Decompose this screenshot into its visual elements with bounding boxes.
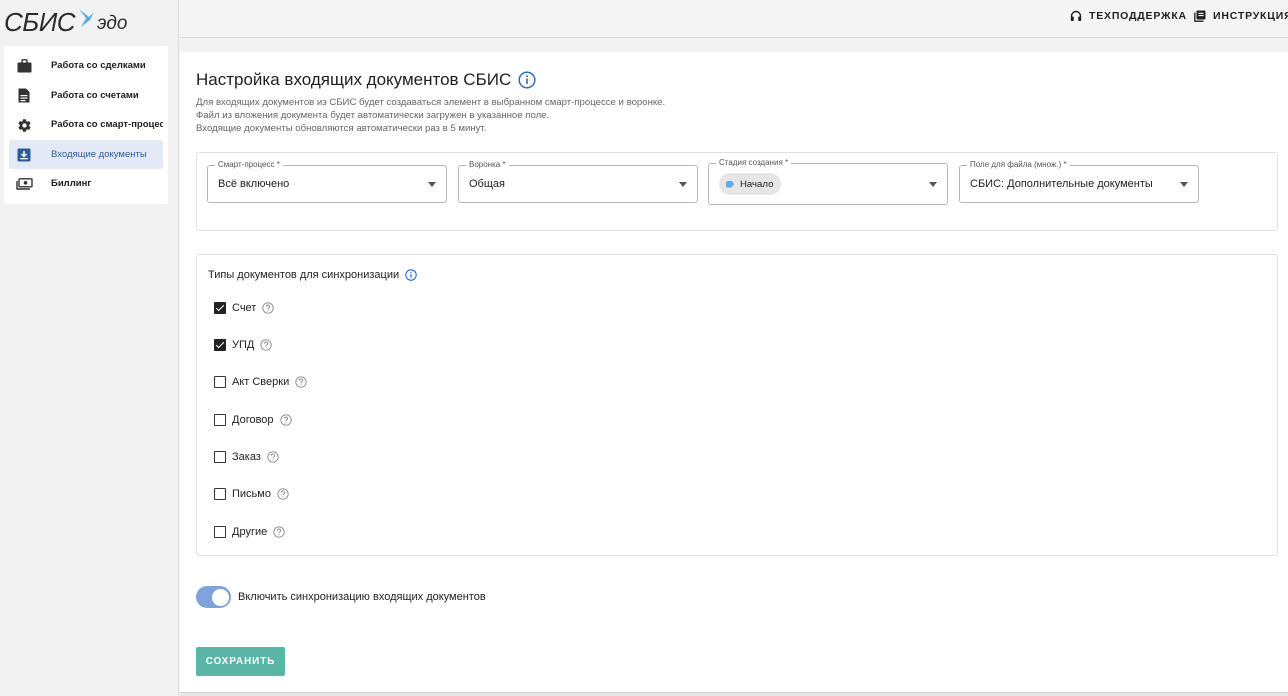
doc-type-checkbox-row[interactable]: Договор xyxy=(214,412,292,428)
doc-type-checkbox-row[interactable]: Заказ xyxy=(214,449,279,465)
top-bar: ТЕХПОДДЕРЖКА ИНСТРУКЦИЯ xyxy=(180,0,1288,38)
doc-type-label: Заказ xyxy=(232,451,261,463)
page-title: Настройка входящих документов СБИС xyxy=(196,70,536,90)
main-panel: Настройка входящих документов СБИС Для в… xyxy=(180,52,1288,692)
sidebar: СБИС эдо Работа со сделками Работа со сч… xyxy=(0,0,179,696)
sidebar-item-billing[interactable]: Биллинг xyxy=(9,169,163,199)
field-value: Общая xyxy=(469,178,505,190)
checkbox[interactable] xyxy=(214,451,226,463)
sidebar-menu: Работа со сделками Работа со счетами Раб… xyxy=(4,46,168,204)
checkbox[interactable] xyxy=(214,339,226,351)
help-icon[interactable] xyxy=(295,376,307,388)
field-value: Всё включено xyxy=(218,178,290,190)
document-types-title: Типы документов для синхронизации xyxy=(208,269,417,281)
logo-sub-text: эдо xyxy=(97,13,128,34)
bottom-divider xyxy=(180,692,1288,696)
sidebar-item-label: Биллинг xyxy=(51,178,92,190)
money-icon xyxy=(15,175,33,193)
document-icon xyxy=(15,87,33,105)
toggle-knob xyxy=(212,588,229,606)
sync-toggle-label: Включить синхронизацию входящих документ… xyxy=(238,591,486,603)
briefcase-icon xyxy=(15,57,33,75)
document-types-panel: Типы документов для синхронизации Счет УП… xyxy=(196,254,1278,556)
doc-type-checkbox-row[interactable]: Другие xyxy=(214,524,285,540)
bird-logo-icon xyxy=(79,9,95,27)
page-description: Для входящих документов из СБИС будет со… xyxy=(196,96,665,136)
checkbox[interactable] xyxy=(214,302,226,314)
doc-type-label: Счет xyxy=(232,302,257,314)
support-link[interactable]: ТЕХПОДДЕРЖКА xyxy=(1070,10,1187,22)
field-label: Поле для файла (множ.) * xyxy=(967,160,1070,169)
sidebar-item-label: Входящие документы xyxy=(51,148,147,160)
field-value: СБИС: Дополнительные документы xyxy=(970,178,1153,190)
logo[interactable]: СБИС эдо xyxy=(4,2,128,36)
description-line: Для входящих документов из СБИС будет со… xyxy=(196,97,666,108)
instructions-label: ИНСТРУКЦИЯ xyxy=(1213,10,1288,22)
dropdown-arrow-icon xyxy=(929,182,937,187)
doc-type-label: УПД xyxy=(232,339,255,351)
sidebar-item-invoices[interactable]: Работа со счетами xyxy=(9,81,163,111)
stage-chip-label: Начало xyxy=(740,178,774,190)
funnel-select[interactable]: Воронка * Общая xyxy=(458,160,698,203)
sync-toggle-row[interactable]: Включить синхронизацию входящих документ… xyxy=(196,586,486,608)
inbox-download-icon xyxy=(15,146,33,164)
stage-select[interactable]: Стадия создания * Начало xyxy=(708,158,948,205)
logo-main-text: СБИС xyxy=(4,7,76,37)
info-icon[interactable] xyxy=(405,269,417,281)
save-button[interactable]: СОХРАНИТЬ xyxy=(196,647,285,676)
sidebar-item-deals[interactable]: Работа со сделками xyxy=(9,51,163,81)
file-field-select[interactable]: Поле для файла (множ.) * СБИС: Дополните… xyxy=(959,160,1199,203)
help-icon[interactable] xyxy=(260,339,272,351)
doc-type-checkbox-row[interactable]: Акт Сверки xyxy=(214,374,307,390)
doc-type-checkbox-row[interactable]: УПД xyxy=(214,337,272,353)
sidebar-item-smart-processes[interactable]: Работа со смарт-процессами xyxy=(9,110,163,140)
sidebar-item-incoming-documents[interactable]: Входящие документы xyxy=(9,139,163,169)
dropdown-arrow-icon xyxy=(1180,182,1188,187)
sidebar-item-label: Работа со сделками xyxy=(51,60,146,72)
checkbox[interactable] xyxy=(214,488,226,500)
sync-toggle[interactable] xyxy=(196,586,231,608)
dropdown-arrow-icon xyxy=(679,182,687,187)
support-label: ТЕХПОДДЕРЖКА xyxy=(1089,10,1187,22)
doc-type-checkbox-row[interactable]: Счет xyxy=(214,300,274,316)
gear-icon xyxy=(15,116,33,134)
checkbox[interactable] xyxy=(214,376,226,388)
help-icon[interactable] xyxy=(279,414,292,426)
doc-type-label: Договор xyxy=(232,414,274,426)
field-label: Воронка * xyxy=(466,160,509,169)
checkbox[interactable] xyxy=(214,414,226,426)
instructions-link[interactable]: ИНСТРУКЦИЯ xyxy=(1194,10,1288,22)
description-line: Файл из вложения документа будет автомат… xyxy=(196,110,550,122)
checkbox[interactable] xyxy=(214,526,226,538)
stage-chip: Начало xyxy=(719,173,782,195)
field-label: Смарт-процесс * xyxy=(215,160,283,169)
doc-type-label: Письмо xyxy=(232,488,271,500)
doc-type-label: Акт Сверки xyxy=(232,376,290,388)
headset-icon xyxy=(1070,10,1082,21)
info-icon[interactable] xyxy=(518,71,536,89)
help-icon[interactable] xyxy=(267,451,279,463)
book-icon xyxy=(1194,10,1206,22)
stage-color-flag-icon xyxy=(726,180,734,188)
dropdown-arrow-icon xyxy=(428,182,436,187)
doc-type-label: Другие xyxy=(232,526,268,538)
description-line: Входящие документы обновляются автоматич… xyxy=(196,123,487,135)
help-icon[interactable] xyxy=(262,302,274,314)
document-types-title-text: Типы документов для синхронизации xyxy=(208,269,400,281)
smart-process-select[interactable]: Смарт-процесс * Всё включено xyxy=(207,160,447,203)
field-label: Стадия создания * xyxy=(716,158,792,167)
page-title-text: Настройка входящих документов СБИС xyxy=(196,70,512,89)
doc-type-checkbox-row[interactable]: Письмо xyxy=(214,486,289,502)
help-icon[interactable] xyxy=(277,488,289,500)
help-icon[interactable] xyxy=(273,526,285,538)
sidebar-item-label: Работа со счетами xyxy=(51,89,139,101)
settings-fields-panel: Смарт-процесс * Всё включено Воронка * О… xyxy=(196,152,1278,231)
sidebar-item-label: Работа со смарт-процессами xyxy=(51,119,163,131)
